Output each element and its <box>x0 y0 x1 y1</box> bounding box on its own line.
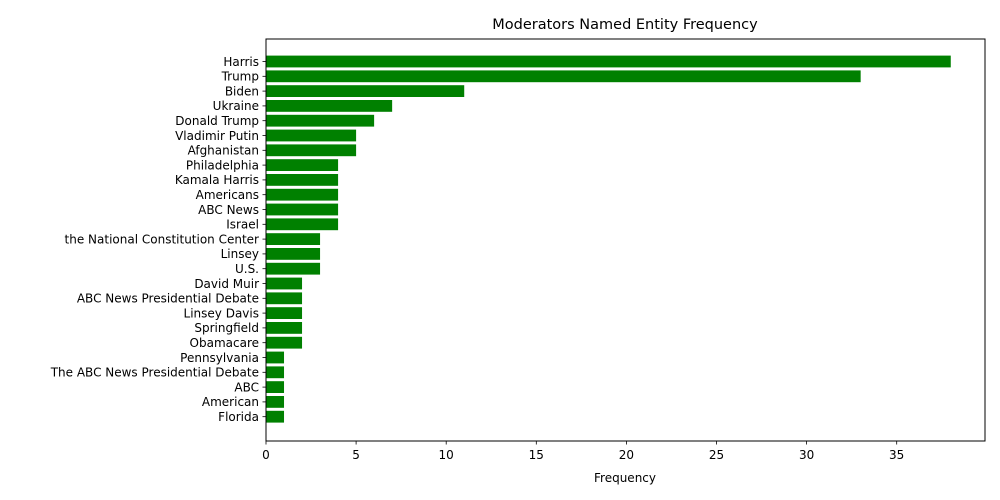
bar-u-s <box>266 262 321 275</box>
x-tick-label: 15 <box>529 448 544 462</box>
bar-american <box>266 396 285 408</box>
bar-florida <box>266 410 285 423</box>
bar-obamacare <box>266 336 303 349</box>
y-tick-label: Donald Trump <box>175 114 259 128</box>
x-tick-label: 0 <box>262 448 270 462</box>
y-tick-label: Harris <box>223 55 259 69</box>
x-tick-label: 25 <box>709 448 724 462</box>
bars-group <box>266 55 951 423</box>
y-tick-label: ABC News <box>198 203 259 217</box>
bar-vladimir-putin <box>266 129 357 142</box>
x-tick-label: 5 <box>352 448 360 462</box>
y-tick-label: Philadelphia <box>186 158 259 172</box>
y-tick-label: Ukraine <box>213 99 259 113</box>
y-tick-label: ABC <box>234 380 259 394</box>
y-tick-label: Linsey <box>221 247 259 261</box>
y-tick-label: Israel <box>226 218 259 232</box>
bar-the-national-constitution-center <box>266 233 321 245</box>
y-tick-label: The ABC News Presidential Debate <box>50 366 259 380</box>
y-tick-label: Trump <box>221 70 259 84</box>
x-axis-ticks: 0 5 10 15 20 25 30 35 <box>262 441 904 462</box>
bar-donald-trump <box>266 114 375 127</box>
y-tick-label: the National Constitution Center <box>65 232 260 246</box>
bar-afghanistan <box>266 144 357 157</box>
y-tick-label: Pennsylvania <box>180 351 259 365</box>
y-tick-label: David Muir <box>194 277 259 291</box>
bar-linsey <box>266 248 321 260</box>
y-tick-label: Kamala Harris <box>175 173 259 187</box>
bar-abc-news <box>266 203 339 216</box>
bar-springfield <box>266 322 303 334</box>
y-axis-ticks: HarrisTrumpBidenUkraineDonald TrumpVladi… <box>50 55 266 424</box>
bar-abc <box>266 381 285 393</box>
bar-harris <box>266 55 951 68</box>
x-tick-label: 10 <box>439 448 454 462</box>
y-tick-label: Linsey Davis <box>184 306 259 320</box>
bar-philadelphia <box>266 159 339 171</box>
bar-the-abc-news-presidential-debate <box>266 366 285 379</box>
bar-ukraine <box>266 100 393 112</box>
x-tick-label: 30 <box>799 448 814 462</box>
x-tick-label: 35 <box>889 448 904 462</box>
bar-linsey-davis <box>266 307 303 319</box>
plot-frame <box>265 38 986 442</box>
bar-americans <box>266 188 339 201</box>
bar-abc-news-presidential-debate <box>266 292 303 305</box>
bar-trump <box>266 70 861 83</box>
y-tick-label: Obamacare <box>190 336 259 350</box>
bar-kamala-harris <box>266 174 339 186</box>
y-tick-label: Springfield <box>194 321 259 335</box>
chart-title: Moderators Named Entity Frequency <box>492 17 758 33</box>
bar-pennsylvania <box>266 351 285 364</box>
bar-chart: Moderators Named Entity Frequency Harris… <box>50 17 986 485</box>
y-tick-label: Biden <box>225 84 259 98</box>
x-axis-label: Frequency <box>594 471 656 485</box>
x-tick-label: 20 <box>619 448 634 462</box>
y-tick-label: Americans <box>196 188 259 202</box>
y-tick-label: American <box>202 395 259 409</box>
y-tick-label: Afghanistan <box>188 144 259 158</box>
y-tick-label: Florida <box>218 410 259 424</box>
bar-israel <box>266 218 339 231</box>
bar-david-muir <box>266 277 303 290</box>
y-tick-label: ABC News Presidential Debate <box>77 292 259 306</box>
y-tick-label: Vladimir Putin <box>175 129 259 143</box>
bar-biden <box>266 85 465 97</box>
y-tick-label: U.S. <box>235 262 259 276</box>
